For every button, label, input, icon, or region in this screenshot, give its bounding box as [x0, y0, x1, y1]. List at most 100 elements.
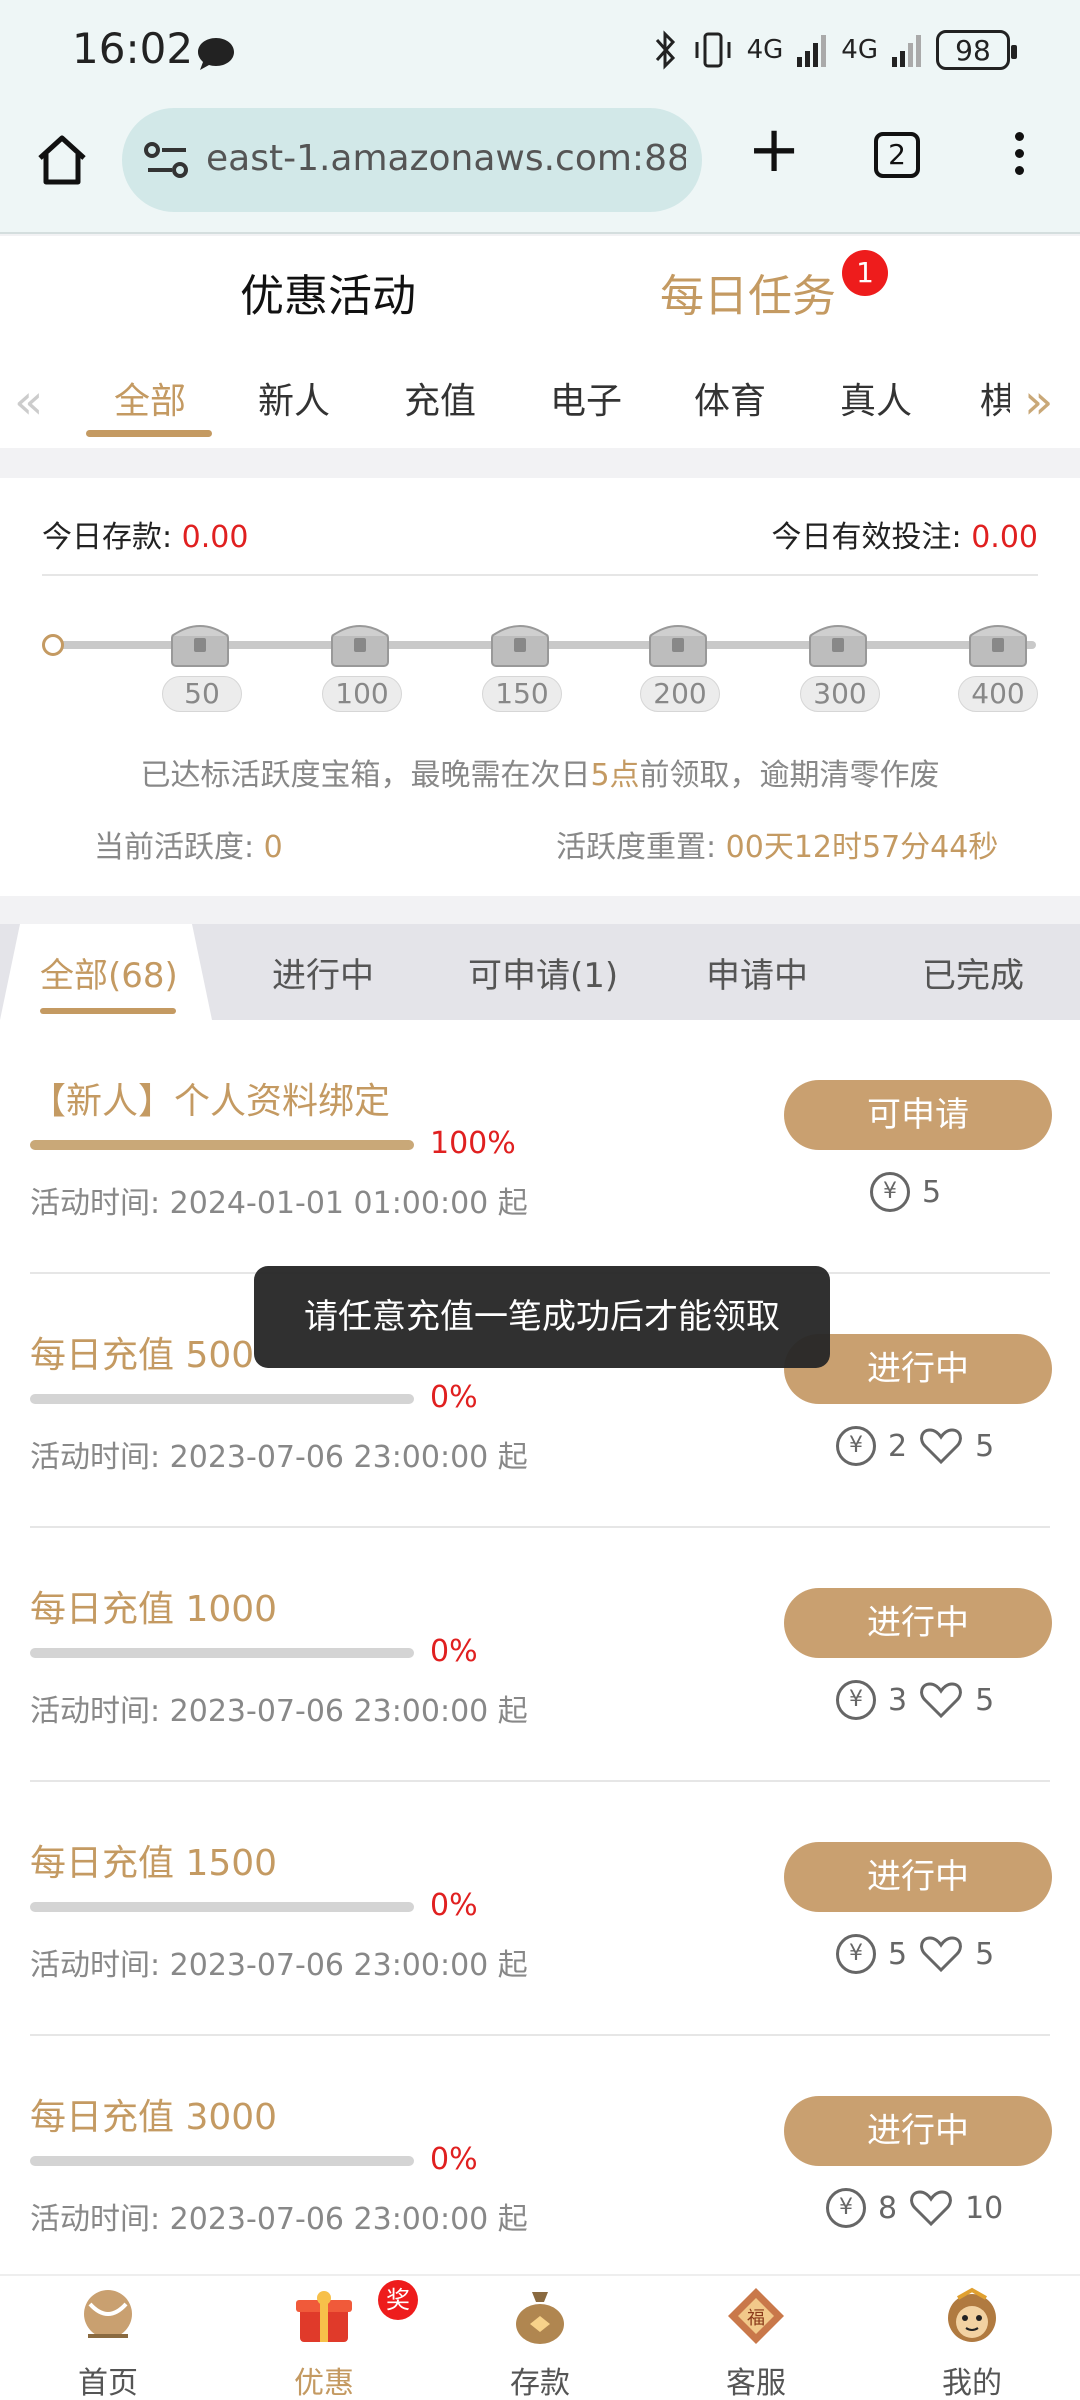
category-newcomer[interactable]: 新人 [258, 372, 330, 424]
address-bar[interactable]: east-1.amazonaws.com:8888 [122, 108, 702, 212]
coin-reward-value: 3 [888, 1682, 908, 1718]
status-bar: 16:02 4G 4G 98 [0, 0, 1080, 100]
task-rewards: ¥ 3 5 [836, 1676, 1076, 1724]
tab-daily-tasks[interactable]: 每日任务 [660, 260, 836, 324]
milestone-label: 100 [322, 676, 402, 712]
task-progress-percent: 0% [430, 2142, 478, 2177]
nav-promotions-label: 优惠 [294, 2366, 354, 2400]
milestone-label: 400 [958, 676, 1038, 712]
network-4g-1: 4G [746, 35, 784, 65]
task-time: 活动时间: 2023-07-06 23:00:00 起 [30, 1694, 528, 1729]
coin-reward-value: 5 [888, 1936, 908, 1972]
reset-countdown: 00天12时57分44秒 [725, 830, 999, 865]
task-tab-in-progress[interactable]: 进行中 [272, 948, 374, 997]
nav-promotions[interactable]: 奖 优惠 [254, 2280, 418, 2400]
signal-icon-1 [797, 35, 827, 67]
task-tab-all[interactable]: 全部(68) [40, 948, 178, 997]
chevron-left-icon[interactable]: « [14, 374, 43, 430]
nav-deposit-label: 存款 [510, 2366, 570, 2400]
note-suffix: 前领取，逾期清零作废 [639, 758, 940, 793]
task-status-button[interactable]: 进行中 [784, 1588, 1052, 1658]
task-title: 每日充值 500 [30, 1335, 255, 1376]
category-recharge[interactable]: 充值 [404, 372, 476, 424]
monkey-avatar-icon [948, 2287, 996, 2342]
task-tab-completed[interactable]: 已完成 [922, 948, 1024, 997]
coin-reward-icon: ¥ [836, 1680, 876, 1720]
note-highlight: 5点 [590, 758, 640, 793]
home-icon[interactable] [30, 128, 94, 192]
task-progress-bar [30, 1140, 414, 1150]
task-title: 【新人】个人资料绑定 [30, 1081, 391, 1122]
task-progress-percent: 0% [430, 1888, 478, 1923]
heart-reward-value: 10 [965, 2190, 1004, 2226]
treasure-chest-icon[interactable] [168, 616, 232, 668]
task-item: 每日充值 1000 0% 活动时间: 2023-07-06 23:00:00 起… [0, 1528, 1080, 1782]
category-electronic[interactable]: 电子 [550, 372, 622, 424]
url-text[interactable]: east-1.amazonaws.com:8888 [206, 138, 686, 179]
category-live[interactable]: 真人 [840, 372, 912, 424]
treasure-chest-icon[interactable] [966, 616, 1030, 668]
status-icons: 4G 4G 98 [653, 30, 1017, 70]
svg-text:福: 福 [747, 2308, 765, 2329]
task-progress-percent: 100% [430, 1126, 516, 1161]
treasure-chest-icon[interactable] [806, 616, 870, 668]
nav-support-label: 客服 [726, 2366, 786, 2400]
new-tab-button[interactable]: + [744, 118, 804, 182]
task-progress-bar [30, 1902, 414, 1912]
today-valid-bet: 今日有效投注: 0.00 [772, 512, 1038, 556]
category-all[interactable]: 全部 [114, 372, 186, 424]
task-progress-bar [30, 1648, 414, 1658]
today-bet-label: 今日有效投注: [771, 520, 962, 555]
toast-message: 请任意充值一笔成功后才能领取 [254, 1266, 830, 1368]
task-time: 活动时间: 2023-07-06 23:00:00 起 [30, 2202, 528, 2237]
task-progress-percent: 0% [430, 1634, 478, 1669]
task-status-button[interactable]: 进行中 [784, 2096, 1052, 2166]
tab-promotions[interactable]: 优惠活动 [240, 260, 416, 324]
activity-value: 0 [263, 830, 283, 865]
page-header: 优惠活动 每日任务 1 « 全部 新人 充值 电子 体育 真人 棋 » [0, 236, 1080, 448]
coin-reward-value: 2 [888, 1428, 908, 1464]
bluetooth-icon [655, 30, 675, 70]
support-badge-icon: 福 [728, 2288, 784, 2344]
category-sports[interactable]: 体育 [694, 372, 766, 424]
nav-support[interactable]: 福 客服 [686, 2284, 826, 2400]
nav-deposit[interactable]: 存款 [470, 2284, 610, 2400]
current-activity: 当前活跃度: 0 [94, 822, 283, 866]
task-status-button[interactable]: 进行中 [784, 1842, 1052, 1912]
milestone-label: 300 [800, 676, 880, 712]
treasure-chest-icon[interactable] [488, 616, 552, 668]
gift-box-icon [296, 2291, 352, 2342]
today-bet-value: 0.00 [971, 520, 1038, 555]
task-progress-bar [30, 1394, 414, 1404]
task-filter-tabs: 全部(68) 进行中 可申请(1) 申请中 已完成 [0, 924, 1080, 1020]
task-rewards: ¥ 5 [870, 1168, 1080, 1216]
chevron-right-icon[interactable]: » [1024, 374, 1053, 430]
nav-home[interactable]: 首页 [38, 2284, 178, 2400]
category-chess[interactable]: 棋 [980, 372, 1010, 424]
task-tab-applying[interactable]: 申请中 [706, 948, 808, 997]
coin-reward-icon: ¥ [836, 1426, 876, 1466]
status-time: 16:02 [72, 24, 194, 73]
activity-reset: 活跃度重置: 00天12时57分44秒 [556, 822, 998, 866]
task-progress-percent: 0% [430, 1380, 478, 1415]
browser-toolbar: east-1.amazonaws.com:8888 + 2 [0, 100, 1080, 234]
treasure-chest-icon[interactable] [646, 616, 710, 668]
task-tab-claimable[interactable]: 可申请(1) [468, 948, 618, 997]
task-title: 每日充值 1500 [30, 1843, 278, 1884]
browser-menu-icon[interactable] [1004, 126, 1034, 186]
site-settings-icon[interactable] [142, 138, 192, 182]
category-tabs: « 全部 新人 充值 电子 体育 真人 棋 » [0, 366, 1080, 446]
reset-label: 活跃度重置: [556, 830, 717, 865]
milestone-label: 150 [482, 676, 562, 712]
task-title: 每日充值 3000 [30, 2097, 278, 2138]
task-claim-button[interactable]: 可申请 [784, 1080, 1052, 1150]
task-rewards: ¥ 5 5 [836, 1930, 1076, 1978]
task-rewards: ¥ 8 10 [826, 2184, 1066, 2232]
treasure-chest-icon[interactable] [328, 616, 392, 668]
today-deposit-label: 今日存款: [42, 520, 173, 555]
daily-tasks-badge: 1 [842, 250, 888, 296]
tab-switcher-button[interactable]: 2 [874, 132, 920, 178]
task-time: 活动时间: 2023-07-06 23:00:00 起 [30, 1948, 528, 1983]
nav-mine[interactable]: 我的 [902, 2284, 1042, 2400]
chest-claim-note: 已达标活跃度宝箱，最晚需在次日5点前领取，逾期清零作废 [0, 750, 1080, 794]
